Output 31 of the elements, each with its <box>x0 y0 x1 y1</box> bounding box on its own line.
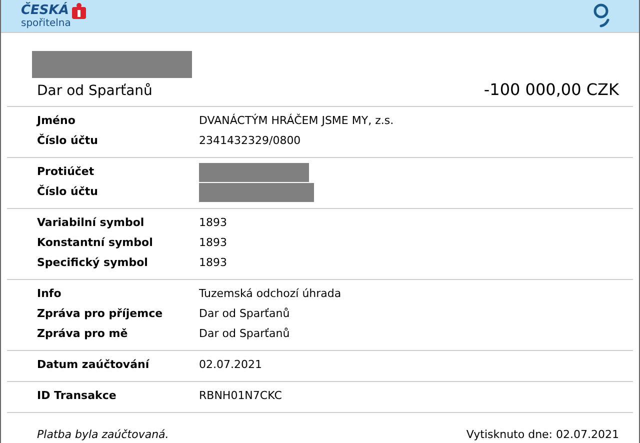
field-value: 02.07.2021 <box>199 357 262 374</box>
field-label: Číslo účtu <box>36 184 99 200</box>
field-value: RBNH01N7CKC <box>199 388 282 404</box>
field-value: Tuzemská odchozí úhrada <box>199 286 342 302</box>
field-label: Specifický symbol <box>36 255 149 272</box>
print-date: Vytisknuto dne: 02.07.2021 <box>466 426 619 442</box>
payment-status: Platba byla zaúčtovaná. <box>37 426 169 442</box>
field-value: Dar od Sparťanů <box>199 326 290 342</box>
logo-icon <box>72 2 86 19</box>
field-value: 1893 <box>199 235 227 252</box>
transaction-amount: -100 000,00 CZK <box>484 78 619 100</box>
field-value: 2341432329/0800 <box>199 133 301 150</box>
search-icon[interactable] <box>593 2 611 29</box>
field-label: Číslo účtu <box>36 133 99 150</box>
field-label: Protiúčet <box>36 164 96 180</box>
field-label: Variabilní symbol <box>36 215 146 232</box>
field-value: Dar od Sparťanů <box>199 306 290 322</box>
field-label: Info <box>36 286 62 302</box>
field-value: 1893 <box>199 215 227 232</box>
field-label: Konstantní symbol <box>36 235 154 252</box>
logo-name: ČESKÁ <box>21 4 69 18</box>
field-label: Datum zaúčtování <box>36 357 150 374</box>
logo-subtitle: spořitelna <box>21 18 72 29</box>
field-label: Zpráva pro mě <box>36 326 129 342</box>
field-label: ID Transakce <box>36 388 118 404</box>
bank-logo[interactable]: ČESKÁ spořitelna <box>21 2 86 29</box>
field-value: 1893 <box>199 255 227 272</box>
field-label: Jméno <box>35 113 76 130</box>
field-label: Zpráva pro příjemce <box>36 306 164 322</box>
transaction-title: Dar od Sparťanů <box>37 82 152 100</box>
field-value: DVANÁCTÝM HRÁČEM JSME MY, z.s. <box>199 113 394 130</box>
